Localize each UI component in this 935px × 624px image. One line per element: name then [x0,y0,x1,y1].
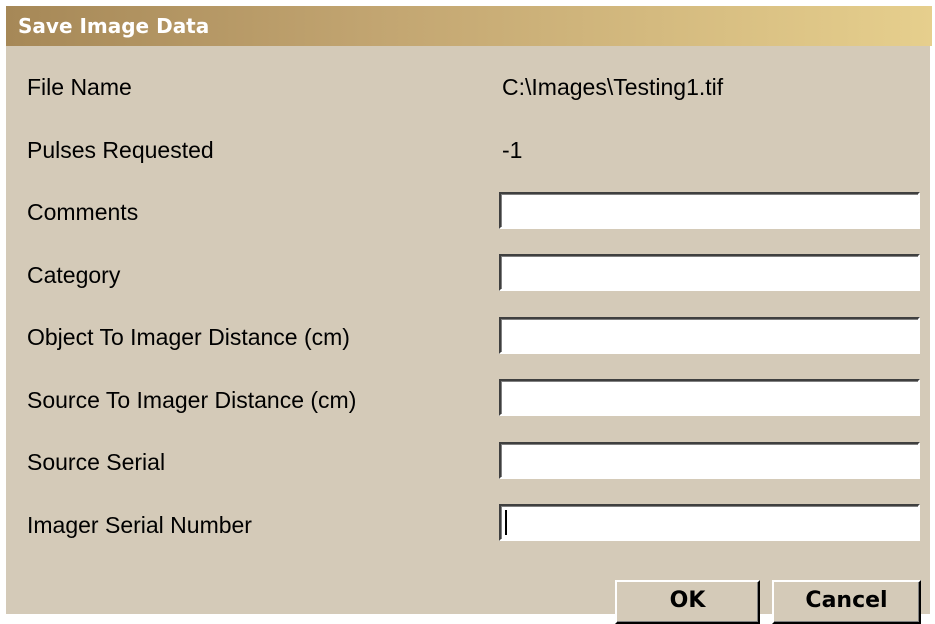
file-name-value: C:\Images\Testing1.tif [502,74,724,100]
category-label: Category [27,262,121,288]
object-to-imager-distance-label: Object To Imager Distance (cm) [27,324,350,350]
ok-button[interactable]: OK [615,580,760,624]
dialog-title-bar[interactable]: Save Image Data [6,6,932,46]
source-serial-label: Source Serial [27,449,166,475]
text-caret [505,510,507,535]
source-to-imager-distance-input[interactable] [499,379,920,416]
cancel-button[interactable]: Cancel [772,580,921,624]
imager-serial-number-input[interactable] [499,504,920,541]
category-input[interactable] [499,254,920,291]
source-to-imager-distance-label: Source To Imager Distance (cm) [27,387,357,413]
imager-serial-number-label: Imager Serial Number [27,512,252,538]
save-image-data-dialog: Save Image Data File Name C:\Images\Test… [6,6,932,624]
dialog-title: Save Image Data [18,14,210,38]
pulses-requested-value: -1 [502,137,523,163]
pulses-requested-label: Pulses Requested [27,137,214,163]
comments-input[interactable] [499,192,920,229]
file-name-label: File Name [27,74,132,100]
source-serial-input[interactable] [499,442,920,479]
object-to-imager-distance-input[interactable] [499,317,920,354]
comments-label: Comments [27,199,139,225]
